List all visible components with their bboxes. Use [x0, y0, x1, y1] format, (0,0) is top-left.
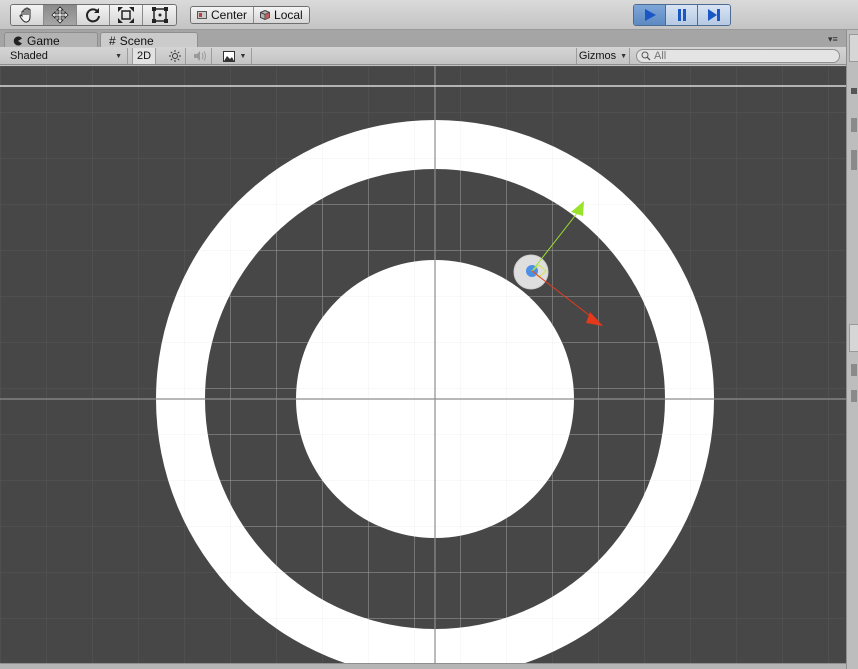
scene-effects-dropdown[interactable]: ▼: [218, 48, 252, 64]
pivot-local-button[interactable]: Local: [254, 7, 309, 23]
scene-search-input[interactable]: [654, 50, 834, 62]
move-tool-button[interactable]: [44, 5, 77, 25]
tab-game-label: Game: [27, 33, 60, 48]
play-icon: [644, 9, 656, 21]
scene-canvas[interactable]: [0, 66, 846, 663]
tab-scene-label: Scene: [119, 33, 154, 48]
step-icon: [708, 9, 720, 21]
pivot-controls: Center Local: [190, 6, 310, 24]
hand-icon: [19, 7, 31, 23]
rect-tool-button[interactable]: [143, 5, 176, 25]
scene-hash-icon: #: [109, 33, 116, 48]
pivot-center-icon: [197, 11, 207, 19]
shading-mode-dropdown[interactable]: Shaded ▼: [4, 48, 128, 64]
mode-2d-toggle[interactable]: 2D: [132, 48, 156, 64]
rotate-icon: [86, 8, 100, 23]
image-effects-icon: [222, 50, 235, 62]
scene-toolbar: Shaded ▼ 2D ▼ Gizmos ▼: [0, 47, 846, 65]
tab-game[interactable]: Game: [4, 32, 98, 48]
panel-marker: [851, 364, 857, 376]
pivot-local-label: Local: [274, 8, 303, 22]
game-pacman-icon: [13, 36, 22, 45]
panel-marker: [851, 118, 857, 132]
inspector-edge-panel: [846, 30, 858, 669]
dropdown-arrow-icon: ▼: [239, 52, 247, 60]
panel-marker: [851, 150, 857, 170]
tab-scene[interactable]: # Scene: [100, 32, 198, 48]
move-arrows-icon: [51, 6, 69, 24]
rotate-tool-button[interactable]: [77, 5, 110, 25]
hand-tool-button[interactable]: [11, 5, 44, 25]
dropdown-arrow-icon: ▼: [115, 52, 122, 60]
view-tabs: Game # Scene ▾≡: [0, 30, 858, 48]
shading-mode-value: Shaded: [10, 50, 48, 62]
cube-icon: [260, 10, 271, 20]
pause-button[interactable]: [666, 5, 698, 25]
scene-viewport[interactable]: [0, 66, 846, 663]
scene-audio-toggle[interactable]: [188, 48, 212, 64]
fold-arrow-icon[interactable]: [851, 88, 857, 94]
speaker-icon: [193, 51, 206, 61]
main-toolbar: Center Local: [0, 0, 858, 30]
mode-2d-label: 2D: [136, 50, 152, 62]
pivot-center-label: Center: [211, 8, 248, 22]
rect-transform-icon: [151, 7, 168, 23]
scrollbar-thumb[interactable]: [849, 324, 858, 352]
step-button[interactable]: [698, 5, 730, 25]
sun-icon: [168, 50, 181, 62]
panel-marker: [851, 390, 857, 402]
bottom-status-strip: [0, 663, 846, 669]
pause-icon: [677, 9, 686, 21]
search-icon: [641, 51, 651, 61]
scale-icon: [118, 7, 134, 23]
scene-search-field[interactable]: [636, 49, 840, 63]
play-button[interactable]: [634, 5, 666, 25]
pivot-center-button[interactable]: Center: [191, 7, 255, 23]
scene-lighting-toggle[interactable]: [164, 48, 186, 64]
tab-options-menu-icon[interactable]: ▾≡: [828, 34, 838, 45]
gizmos-label: Gizmos: [578, 50, 617, 62]
play-controls: [633, 4, 731, 26]
scale-tool-button[interactable]: [110, 5, 143, 25]
transform-tools: [10, 4, 177, 26]
scrollbar-thumb[interactable]: [849, 34, 858, 62]
gizmos-dropdown[interactable]: Gizmos ▼: [576, 48, 630, 64]
dropdown-arrow-icon: ▼: [620, 52, 628, 60]
